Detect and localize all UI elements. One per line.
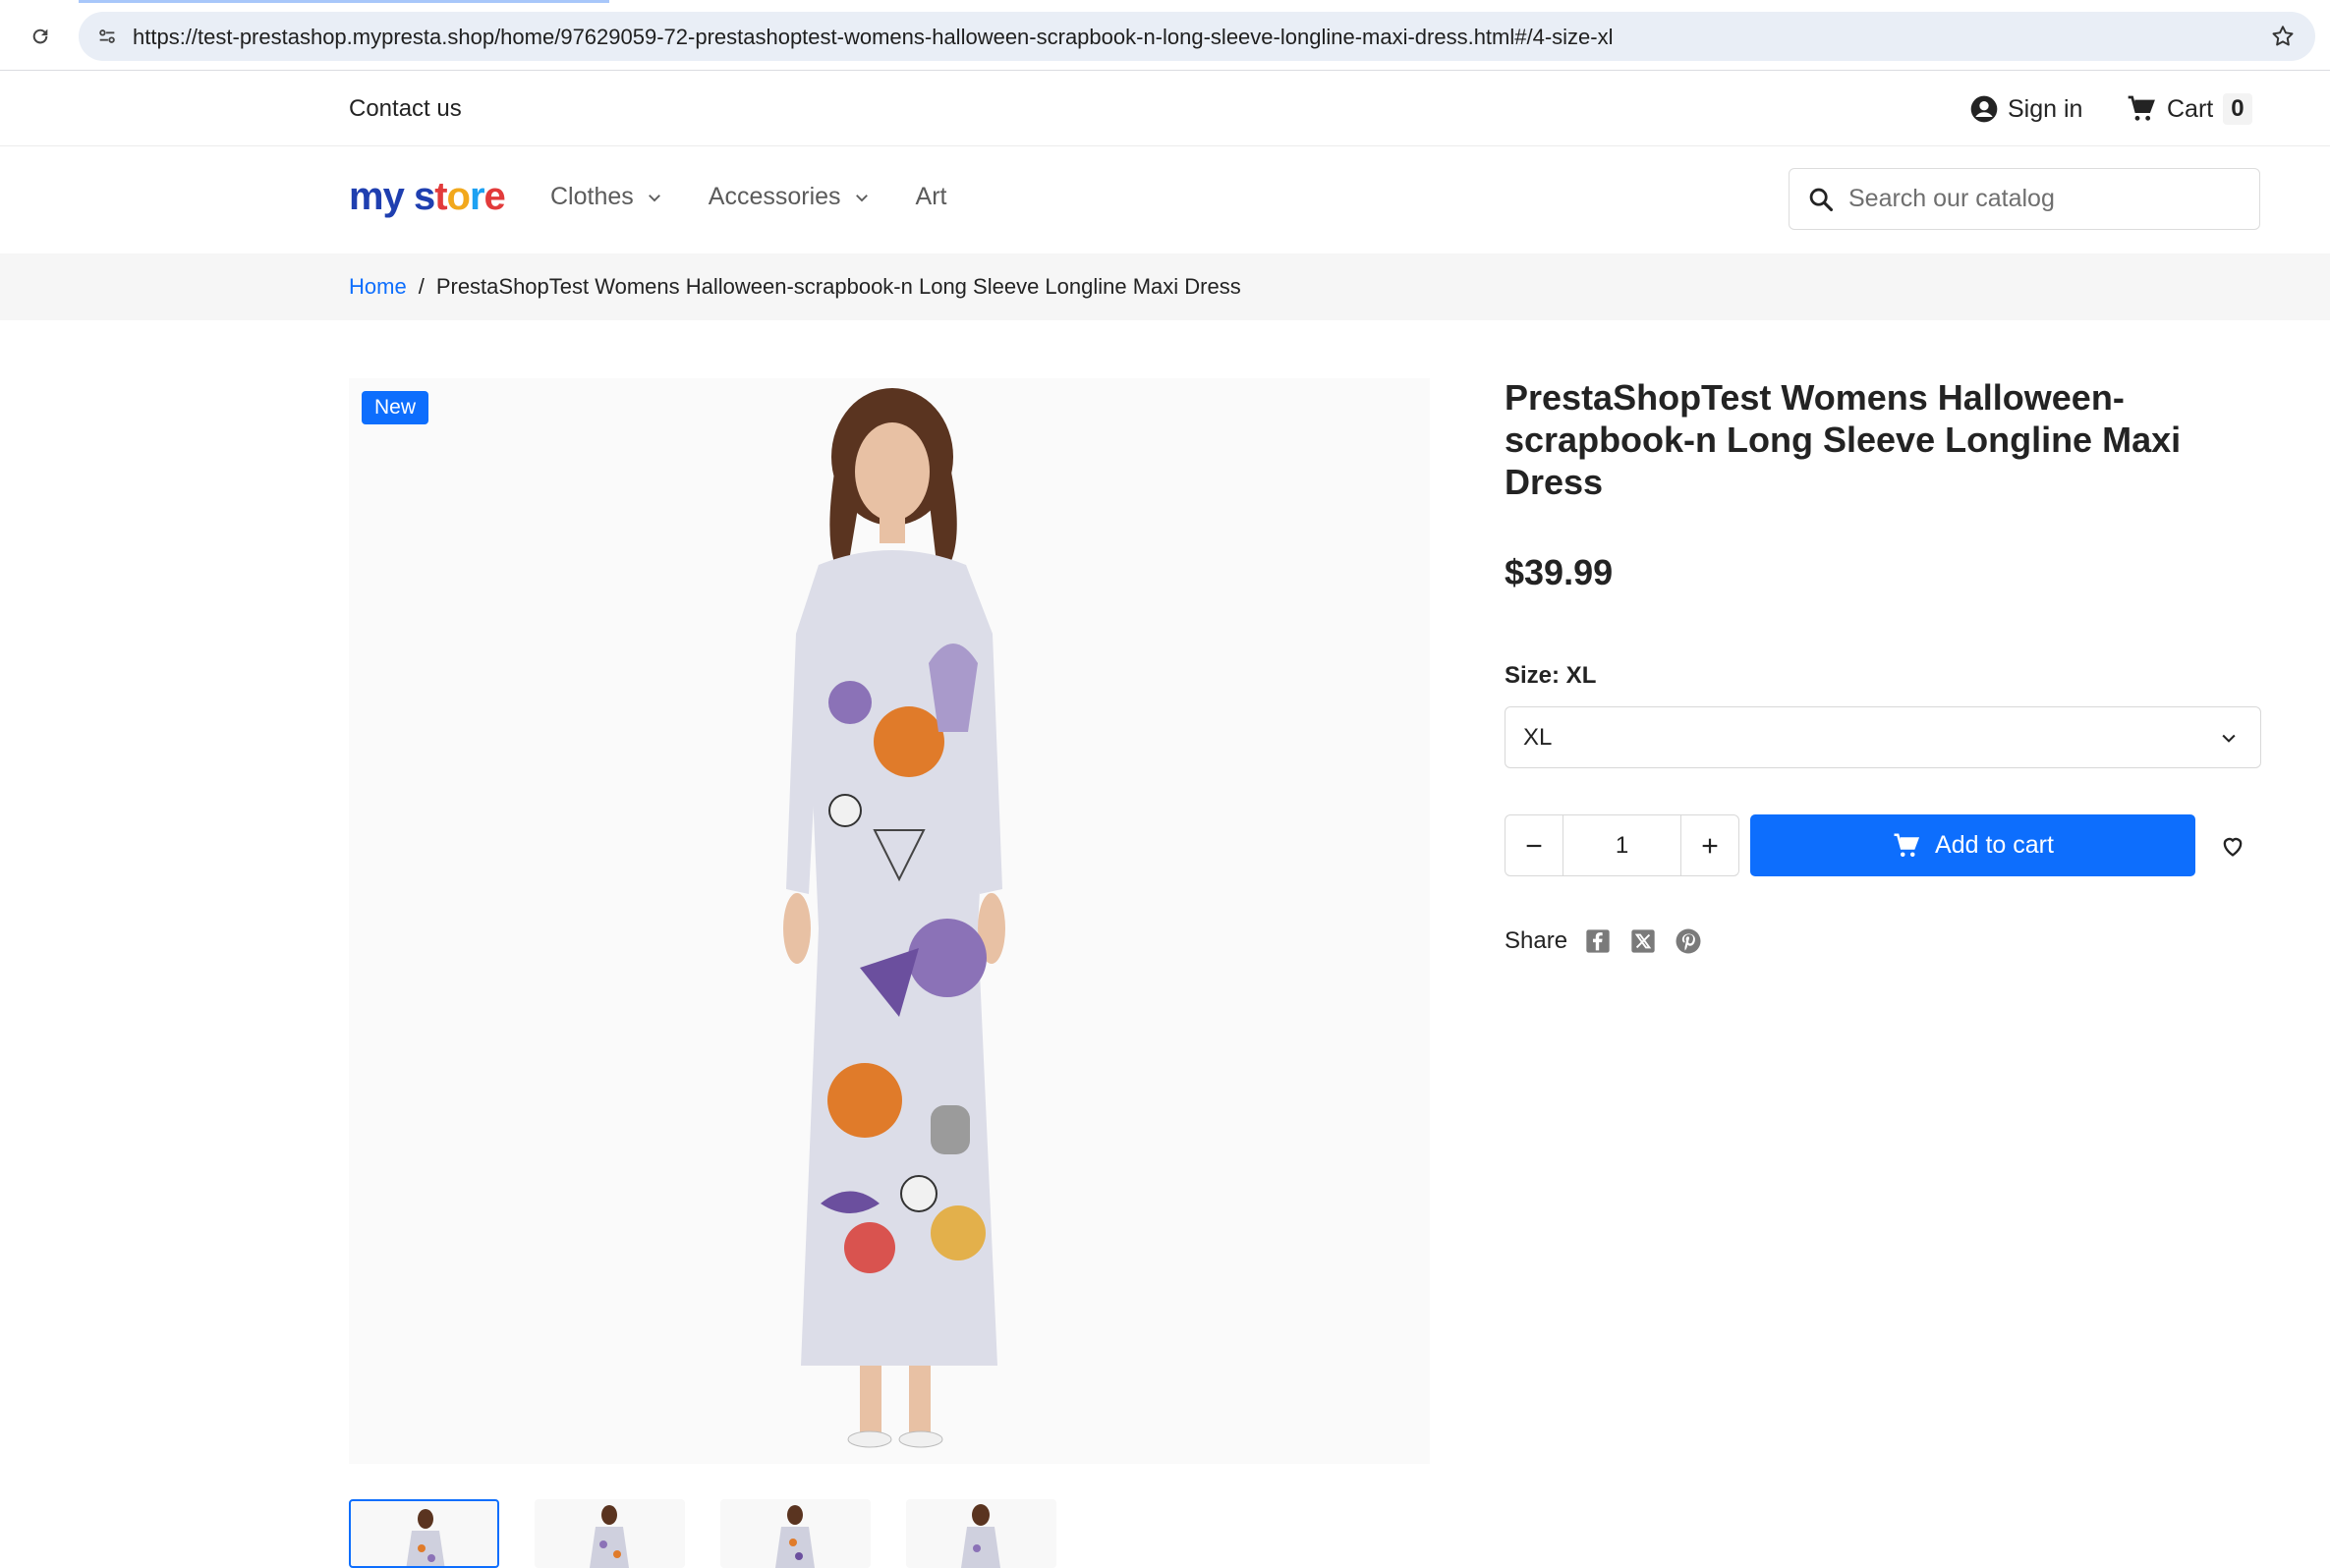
size-label: Size: XL — [1505, 662, 1597, 689]
decrease-quantity-button[interactable] — [1506, 815, 1563, 875]
menu-item-art[interactable]: Art — [916, 183, 947, 211]
site-info-icon[interactable] — [92, 22, 122, 51]
increase-quantity-button[interactable] — [1681, 815, 1738, 875]
cart-icon — [2128, 95, 2155, 121]
quantity-stepper: 1 — [1505, 814, 1739, 876]
breadcrumb-separator: / — [418, 274, 425, 299]
share-section: Share — [1505, 926, 1703, 956]
sign-in-label: Sign in — [2008, 94, 2083, 123]
minus-icon — [1526, 844, 1542, 847]
category-menu: Clothes Accessories Art — [550, 183, 946, 211]
add-to-cart-button[interactable]: Add to cart — [1750, 814, 2195, 876]
cart-icon — [1894, 833, 1920, 857]
pinterest-icon[interactable] — [1674, 926, 1703, 956]
thumbnail-strip — [349, 1499, 1056, 1568]
chevron-down-icon — [855, 194, 868, 201]
thumbnail-3[interactable] — [720, 1499, 871, 1568]
top-header: Contact us Sign in Cart 0 — [0, 72, 2330, 146]
thumbnail-1[interactable] — [349, 1499, 499, 1568]
cart-link[interactable]: Cart 0 — [2126, 91, 2252, 127]
plus-icon — [1702, 838, 1718, 853]
menu-item-accessories[interactable]: Accessories — [709, 183, 871, 211]
x-icon[interactable] — [1628, 926, 1658, 956]
search-icon[interactable] — [1807, 186, 1835, 213]
size-selected-value: XL — [1523, 723, 1553, 751]
cart-count-badge: 0 — [2223, 93, 2252, 125]
store-logo[interactable]: my store — [349, 175, 506, 219]
browser-chrome: https://test-prestashop.mypresta.shop/ho… — [0, 0, 2330, 71]
chevron-down-icon — [2222, 734, 2236, 743]
url-text[interactable]: https://test-prestashop.mypresta.shop/ho… — [133, 25, 1614, 50]
search-box — [1789, 168, 2260, 230]
search-input[interactable] — [1848, 185, 2242, 213]
share-label: Share — [1505, 927, 1568, 954]
facebook-icon[interactable] — [1583, 926, 1613, 956]
product-cover-image[interactable] — [349, 378, 1430, 1464]
breadcrumb-home-link[interactable]: Home — [349, 274, 407, 300]
thumbnail-2[interactable] — [535, 1499, 685, 1568]
reload-icon[interactable] — [26, 22, 55, 51]
sign-in-link[interactable]: Sign in — [1968, 91, 2082, 127]
product-price: $39.99 — [1505, 552, 1614, 592]
chevron-down-icon — [648, 194, 660, 201]
breadcrumb-current: PrestaShopTest Womens Halloween-scrapboo… — [435, 274, 1241, 299]
bookmark-star-icon[interactable] — [2268, 22, 2298, 51]
address-bar[interactable]: https://test-prestashop.mypresta.shop/ho… — [79, 12, 2315, 61]
thumbnail-4[interactable] — [906, 1499, 1056, 1568]
quantity-input[interactable]: 1 — [1563, 815, 1681, 875]
breadcrumb: Home / PrestaShopTest Womens Halloween-s… — [0, 253, 2330, 320]
add-to-cart-label: Add to cart — [1935, 831, 2054, 859]
cart-label: Cart — [2167, 94, 2214, 123]
contact-us-link[interactable]: Contact us — [349, 95, 462, 123]
tab-indicator — [79, 0, 609, 3]
wishlist-heart-icon[interactable] — [2215, 828, 2250, 864]
account-icon — [1970, 95, 1998, 123]
new-badge: New — [362, 391, 429, 424]
main-nav: my store Clothes Accessories Art — [0, 147, 2330, 252]
product-title: PrestaShopTest Womens Halloween-scrapboo… — [1505, 377, 2182, 502]
dress-photo — [783, 388, 1005, 1448]
size-select[interactable]: XL — [1505, 706, 2261, 768]
menu-item-clothes[interactable]: Clothes — [550, 183, 663, 211]
